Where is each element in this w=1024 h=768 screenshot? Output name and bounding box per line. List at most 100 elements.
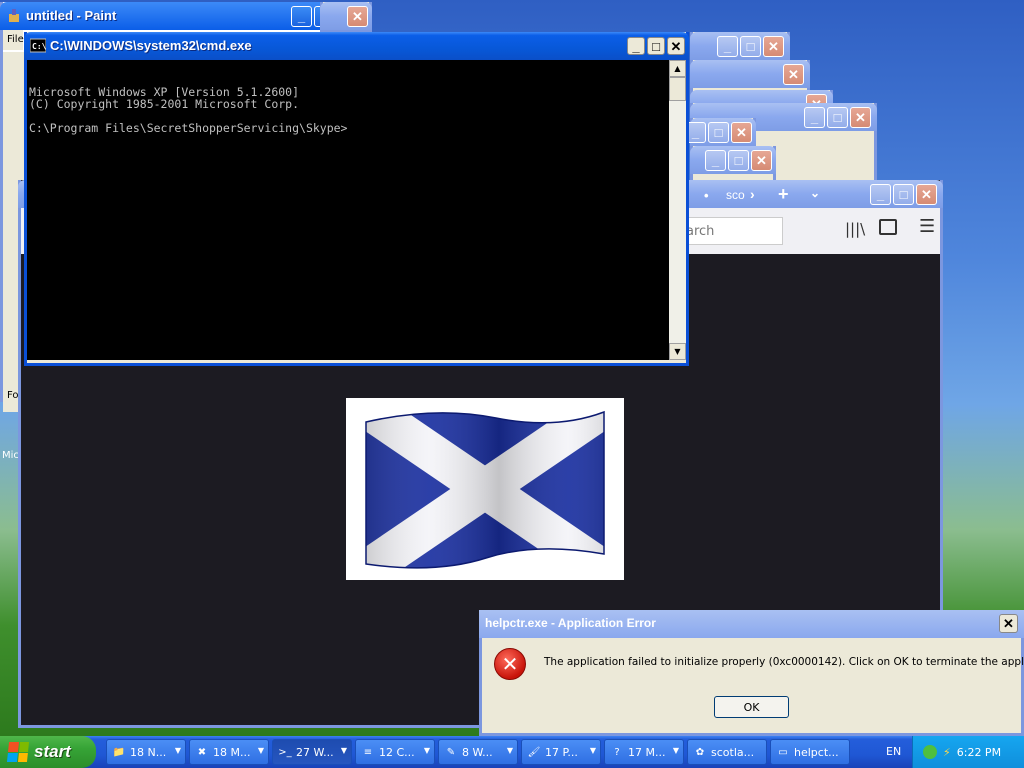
taskbar-button-label: scotla...: [711, 745, 755, 759]
cmd-prompt: C:\Program Files\SecretShopperServicing\…: [29, 121, 348, 135]
paint-menu-file[interactable]: File: [7, 34, 24, 45]
browser-tab-dot-icon: •: [704, 188, 709, 203]
taskbar-button-label: 27 W...: [296, 745, 334, 759]
sidebar-icon[interactable]: [879, 219, 897, 235]
help-icon: ?: [614, 746, 620, 758]
windows-logo-icon: [6, 742, 30, 762]
security-icon[interactable]: ⚡: [943, 746, 951, 759]
start-label: start: [34, 742, 71, 761]
cmd-line: (C) Copyright 1985-2001 Microsoft Corp.: [29, 97, 300, 111]
ok-button[interactable]: OK: [714, 696, 789, 718]
group-arrow-icon: ▼: [589, 746, 596, 755]
bg-window-2-close-button[interactable]: ✕: [763, 36, 784, 57]
scroll-thumb[interactable]: [669, 77, 686, 101]
error-message: The application failed to initialize pro…: [544, 656, 1024, 668]
cmd-maximize-button[interactable]: □: [647, 37, 665, 55]
library-icon[interactable]: |||\: [845, 220, 865, 238]
cross-icon: ✖: [197, 746, 207, 758]
explorer-icon: 📁: [112, 746, 126, 758]
cmd-titlebar[interactable]: C:\ C:\WINDOWS\system32\cmd.exe _ □ ✕: [24, 32, 689, 60]
bg-window-5-minimize-button[interactable]: _: [804, 107, 825, 128]
browser-tab-title[interactable]: sco: [726, 188, 745, 202]
bg-window-3-close-button[interactable]: ✕: [783, 64, 804, 85]
taskbar-button[interactable]: ✿ scotla...: [687, 739, 767, 765]
bg-window-7-close-button[interactable]: ✕: [751, 150, 772, 171]
tab-scroll-right-icon[interactable]: ›: [750, 186, 755, 202]
cmd-title: C:\WINDOWS\system32\cmd.exe: [50, 38, 252, 53]
flag-image-frame: [346, 398, 624, 580]
svg-text:C:\: C:\: [32, 42, 46, 51]
error-dialog-titlebar[interactable]: helpctr.exe - Application Error ✕: [479, 610, 1024, 638]
bg-window-2-minimize-button[interactable]: _: [717, 36, 738, 57]
cmd-minimize-button[interactable]: _: [627, 37, 645, 55]
system-tray: ⚡ 6:22 PM: [912, 736, 1024, 768]
group-arrow-icon: ▼: [672, 746, 679, 755]
cmd-console[interactable]: Microsoft Windows XP [Version 5.1.2600](…: [27, 60, 686, 360]
network-icon[interactable]: [923, 745, 937, 759]
taskbar-button-label: 18 M...: [213, 745, 251, 759]
bg-window-7-maximize-button[interactable]: □: [728, 150, 749, 171]
bg-window-5-close-button[interactable]: ✕: [850, 107, 871, 128]
scroll-down-icon[interactable]: ▼: [669, 343, 686, 360]
tab-list-icon[interactable]: ⌄: [810, 186, 820, 200]
bg-window-6-close-button[interactable]: ✕: [731, 122, 752, 143]
language-indicator[interactable]: EN: [886, 745, 901, 758]
desktop-label: Mic: [2, 450, 19, 461]
paint-title: untitled - Paint: [26, 8, 117, 23]
taskbar-button[interactable]: ✎ 8 W... ▼: [438, 739, 518, 765]
menu-icon[interactable]: ☰: [919, 216, 935, 237]
bg-window-1-close-button[interactable]: ✕: [347, 6, 368, 27]
cmd-scrollbar[interactable]: ▲ ▼: [669, 60, 686, 360]
paint-icon: 🖌: [527, 746, 541, 758]
paint-titlebar[interactable]: untitled - Paint _ □ ✕: [0, 2, 372, 30]
taskbar-button-label: 8 W...: [462, 745, 493, 759]
group-arrow-icon: ▼: [506, 746, 513, 755]
paint-menubar: File: [3, 30, 24, 50]
taskbar-button[interactable]: ≡ 12 C... ▼: [355, 739, 435, 765]
scroll-up-icon[interactable]: ▲: [669, 60, 686, 77]
browser-tabstrip: • sco › + ⌄: [688, 184, 878, 208]
bg-window-7-minimize-button[interactable]: _: [705, 150, 726, 171]
taskbar-button[interactable]: ▭ helpct...: [770, 739, 850, 765]
notepad-icon: ≡: [363, 746, 373, 758]
browser-close-button[interactable]: ✕: [916, 184, 937, 205]
error-dialog[interactable]: helpctr.exe - Application Error ✕ ✕ The …: [479, 610, 1024, 736]
task-list: 📁 18 N... ▼ ✖ 18 M... ▼ >_ 27 W... ▼ ≡ 12 C... ▼ ✎ 8 …: [106, 739, 850, 765]
paint-icon: [9, 9, 19, 22]
taskbar-button-label: 12 C...: [379, 745, 415, 759]
error-dialog-title: helpctr.exe - Application Error: [485, 616, 656, 630]
browser-minimize-button[interactable]: _: [870, 184, 891, 205]
cmd-close-button[interactable]: ✕: [667, 37, 685, 55]
start-button[interactable]: start: [0, 736, 96, 768]
error-dialog-close-button[interactable]: ✕: [999, 614, 1018, 633]
taskbar-button-label: helpct...: [794, 745, 839, 759]
group-arrow-icon: ▼: [423, 746, 430, 755]
taskbar-button-label: 17 P...: [545, 745, 578, 759]
bg-window-6-maximize-button[interactable]: □: [708, 122, 729, 143]
search-placeholder: arch: [686, 224, 715, 239]
taskbar-button[interactable]: ? 17 M... ▼: [604, 739, 684, 765]
group-arrow-icon: ▼: [340, 746, 347, 755]
bg-window-1[interactable]: ✕: [320, 2, 372, 32]
cmd-window[interactable]: C:\ C:\WINDOWS\system32\cmd.exe _ □ ✕ Mi…: [24, 32, 689, 366]
taskbar-button[interactable]: >_ 27 W... ▼: [272, 739, 352, 765]
wordpad-icon: ✎: [446, 746, 456, 758]
new-tab-icon[interactable]: +: [778, 184, 789, 205]
group-arrow-icon: ▼: [174, 746, 181, 755]
bg-window-5-maximize-button[interactable]: □: [827, 107, 848, 128]
browser-maximize-button[interactable]: □: [893, 184, 914, 205]
browser-search-box[interactable]: arch: [681, 217, 783, 245]
taskbar-button[interactable]: ✖ 18 M... ▼: [189, 739, 269, 765]
window-icon: ▭: [778, 746, 788, 758]
paint-minimize-button[interactable]: _: [291, 6, 312, 27]
clock[interactable]: 6:22 PM: [957, 746, 1001, 759]
cmd-icon: >_: [278, 746, 292, 758]
error-icon: ✕: [494, 648, 526, 680]
taskbar-button[interactable]: 🖌 17 P... ▼: [521, 739, 601, 765]
bg-window-2-maximize-button[interactable]: □: [740, 36, 761, 57]
taskbar-button-label: 17 M...: [628, 745, 666, 759]
browser-icon: ✿: [695, 746, 705, 758]
taskbar-button[interactable]: 📁 18 N... ▼: [106, 739, 186, 765]
scottish-flag-image: [365, 410, 605, 569]
cmd-output: Microsoft Windows XP [Version 5.1.2600](…: [29, 62, 664, 158]
